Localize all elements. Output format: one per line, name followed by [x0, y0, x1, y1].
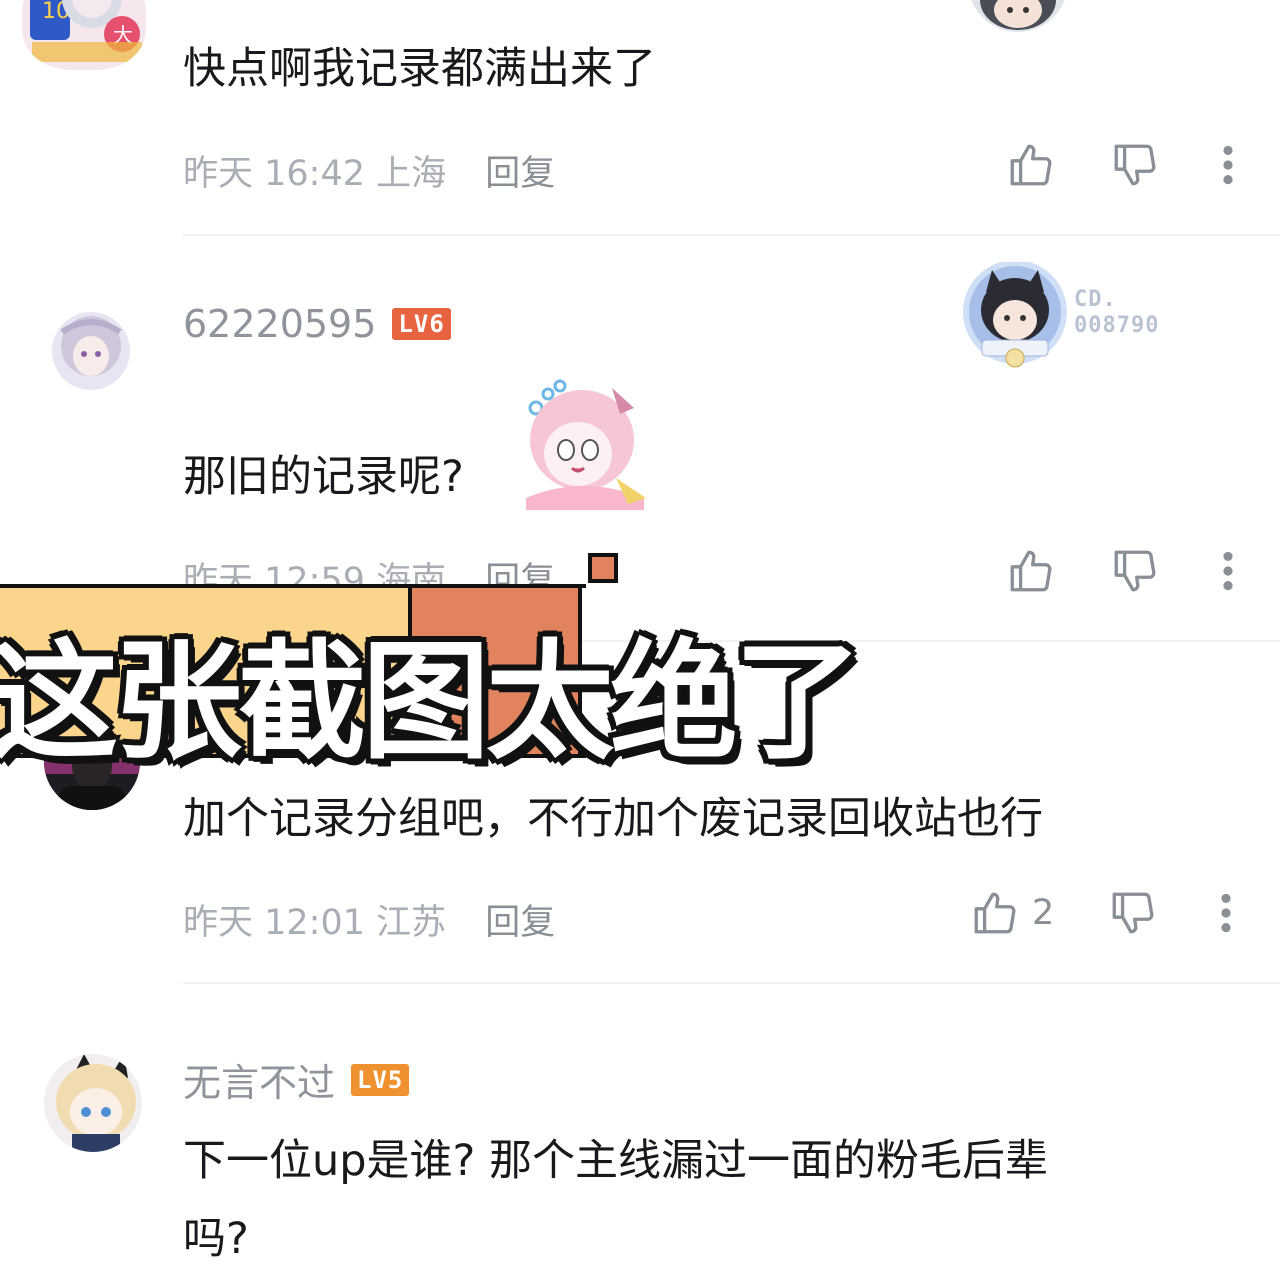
comment-actions [1006, 546, 1248, 596]
comment-date: 昨天 16:42 上海 [183, 154, 447, 194]
thumbs-down-icon [1112, 892, 1154, 934]
more-button[interactable] [1206, 888, 1246, 938]
user-avatar[interactable]: 10 大 [22, 0, 146, 70]
level-badge: LV6 [392, 308, 451, 340]
badge-line-1: CD. [1074, 287, 1117, 312]
fan-badge-avatar [963, 260, 1067, 368]
fan-badge-number: CD. 008790 [1074, 287, 1159, 339]
thumbs-up-icon [974, 892, 1016, 934]
comment-divider [183, 982, 1280, 984]
sticker-image [526, 379, 646, 510]
comment-username[interactable]: 无言不过 LV5 [183, 1052, 410, 1107]
dislike-button[interactable] [1110, 140, 1160, 190]
comment-meta: 昨天 16:42 上海 回复 [183, 145, 555, 196]
username[interactable]: 无言不过 [183, 1052, 335, 1107]
comment-text-line-2: 吗? [183, 1214, 249, 1264]
comment-username[interactable]: 62220595 LV6 [183, 302, 451, 346]
thumbs-up-icon [1010, 144, 1052, 186]
more-button[interactable] [1208, 140, 1248, 190]
reply-user-avatar[interactable] [968, 0, 1068, 32]
reply-button[interactable]: 回复 [485, 154, 555, 194]
reply-button[interactable]: 回复 [485, 903, 555, 943]
badge-line-2: 008790 [1074, 313, 1160, 338]
dislike-button[interactable] [1108, 888, 1158, 938]
more-vertical-icon [1223, 145, 1233, 185]
level-badge: LV5 [351, 1063, 410, 1096]
fan-badge-card[interactable]: CD. 008790 [960, 260, 1200, 372]
more-vertical-icon [1223, 551, 1233, 591]
more-vertical-icon [1221, 893, 1231, 933]
dislike-button[interactable] [1110, 546, 1160, 596]
overlay-caption: 这张截图太绝了 [0, 628, 862, 777]
comment-text-line-1: 下一位up是谁? 那个主线漏过一面的粉毛后辈 [183, 1136, 1049, 1186]
thumbs-down-icon [1114, 550, 1156, 592]
comment-meta: 昨天 12:01 江苏 回复 [183, 894, 555, 945]
more-button[interactable] [1208, 546, 1248, 596]
comment-actions: 2 [970, 888, 1246, 938]
user-avatar[interactable] [52, 312, 130, 390]
comment-divider [183, 234, 1280, 236]
like-count: 2 [1032, 893, 1055, 933]
thumbs-down-icon [1114, 144, 1156, 186]
username[interactable]: 62220595 [183, 302, 376, 346]
comment-text: 那旧的记录呢? [183, 452, 464, 502]
caption-cursor-marker [588, 553, 618, 583]
comment-actions [1006, 140, 1248, 190]
thumbs-up-icon [1010, 550, 1052, 592]
like-button[interactable] [1006, 546, 1056, 596]
comment-text: 加个记录分组吧，不行加个废记录回收站也行 [183, 794, 1043, 844]
comment-text: 快点啊我记录都满出来了 [183, 44, 656, 94]
like-button[interactable] [1006, 140, 1056, 190]
like-button[interactable]: 2 [970, 888, 1054, 938]
comment-date: 昨天 12:01 江苏 [183, 903, 447, 943]
user-avatar[interactable] [44, 1054, 142, 1152]
